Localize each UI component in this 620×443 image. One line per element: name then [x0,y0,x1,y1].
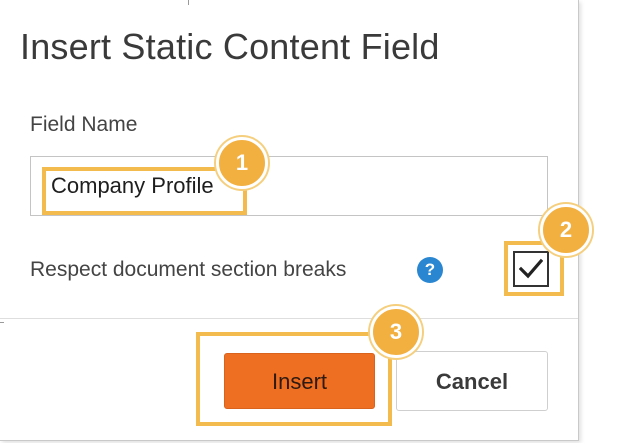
dialog-title: Insert Static Content Field [20,26,440,67]
footer-divider [0,318,578,319]
respect-section-breaks-checkbox[interactable] [513,251,549,287]
insert-static-content-dialog: Insert Static Content Field Field Name R… [0,0,579,441]
question-circle-icon[interactable]: ? [417,257,443,283]
field-name-input[interactable] [30,156,548,216]
step-3-badge: 3 [370,306,422,358]
respect-section-breaks-label: Respect document section breaks [30,258,347,281]
field-name-label: Field Name [30,113,138,136]
cancel-button[interactable]: Cancel [396,351,548,411]
step-2-badge: 2 [540,204,592,256]
insert-button[interactable]: Insert [224,353,375,409]
background-edge-mark [0,322,4,323]
step-1-badge: 1 [216,137,268,189]
checkmark-icon [519,258,543,279]
screenshot-canvas: Insert Static Content Field Field Name R… [0,0,620,443]
background-edge-mark [188,0,189,5]
